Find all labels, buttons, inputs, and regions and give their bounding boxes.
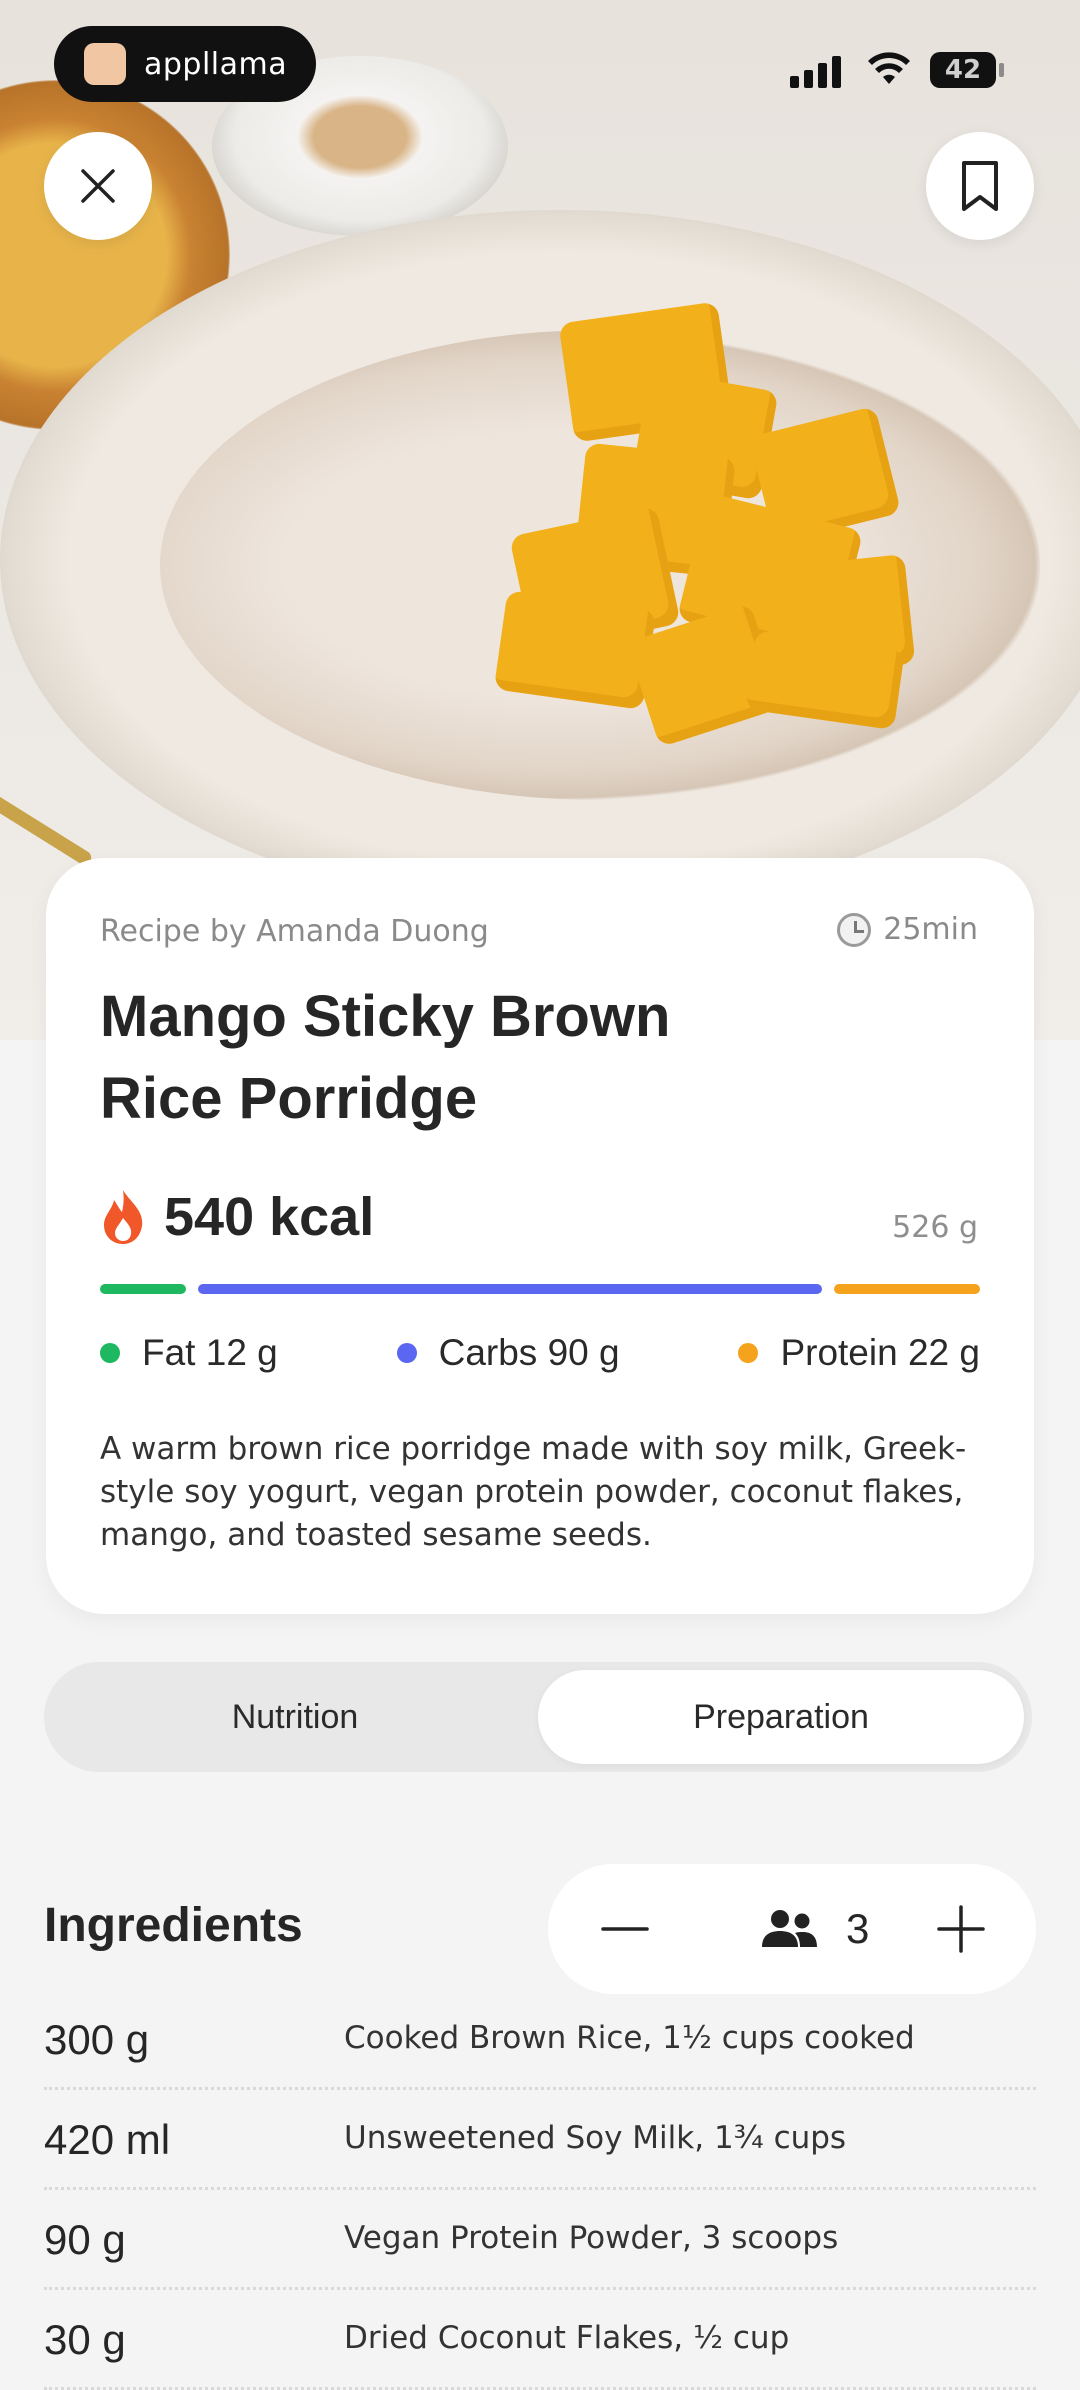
clock-icon [837, 912, 872, 947]
macro-fat-label: Fat 12 g [142, 1332, 278, 1373]
spoon [0, 786, 94, 868]
tab-preparation[interactable]: Preparation [538, 1670, 1024, 1764]
portion-weight: 526 g [892, 1210, 978, 1245]
ingredient-quantity: 420 ml [44, 2116, 171, 2163]
list-item[interactable]: 420 ml Unsweetened Soy Milk, 1¾ cups [44, 2090, 1036, 2190]
ingredient-quantity: 300 g [44, 2016, 150, 2063]
ingredient-list: 300 g Cooked Brown Rice, 1½ cups cooked … [44, 1990, 1036, 2390]
minus-icon [601, 1927, 649, 1931]
cook-time-value: 25min [883, 912, 978, 947]
protein-dot [738, 1343, 759, 1363]
cellular-signal-icon [790, 52, 841, 88]
bookmark-icon [962, 161, 998, 211]
kcal-value: 540 kcal [164, 1187, 375, 1247]
macro-protein-label: Protein 22 g [780, 1332, 980, 1373]
bookmark-button[interactable] [926, 132, 1034, 240]
calories: 540 kcal [100, 1186, 374, 1248]
ingredient-quantity: 90 g [44, 2216, 126, 2263]
ingredient-name: Unsweetened Soy Milk, 1¾ cups [344, 2120, 847, 2156]
servings-stepper: 3 [548, 1864, 1036, 1994]
tab-nutrition[interactable]: Nutrition [52, 1670, 538, 1764]
list-item[interactable]: 300 g Cooked Brown Rice, 1½ cups cooked [44, 1990, 1036, 2090]
close-icon [81, 169, 115, 203]
fat-dot [100, 1343, 120, 1363]
ingredient-name: Vegan Protein Powder, 3 scoops [344, 2220, 839, 2256]
plus-icon [937, 1905, 985, 1953]
ingredient-quantity: 30 g [44, 2316, 126, 2363]
recipe-description: A warm brown rice porridge made with soy… [100, 1431, 967, 1553]
macro-distribution-bar [100, 1284, 980, 1294]
macro-legend: Fat 12 g Carbs 90 g Protein 22 g [100, 1332, 980, 1374]
wifi-icon [868, 52, 910, 84]
macro-carbs-label: Carbs 90 g [438, 1332, 620, 1373]
carbs-dot [396, 1343, 417, 1363]
macro-fat: Fat 12 g [100, 1332, 278, 1374]
section-tabs: Nutrition Preparation [44, 1662, 1032, 1772]
macro-carbs: Carbs 90 g [396, 1332, 620, 1374]
app-badge[interactable]: appllama [54, 26, 316, 102]
macro-protein: Protein 22 g [738, 1332, 980, 1374]
recipe-author[interactable]: Recipe by Amanda Duong [100, 914, 489, 949]
ingredient-name: Cooked Brown Rice, 1½ cups cooked [344, 2020, 915, 2056]
close-button[interactable] [44, 132, 152, 240]
battery-indicator: 42 [930, 52, 996, 88]
recipe-title: Mango Sticky Brown Rice Porridge [100, 984, 671, 1131]
status-bar: appllama 42 [0, 0, 1080, 130]
servings-count: 3 [846, 1905, 870, 1952]
people-icon [762, 1910, 817, 1947]
ingredient-name: Dried Coconut Flakes, ½ cup [344, 2320, 790, 2356]
llama-logo-icon [84, 43, 126, 85]
macro-bar-segment [197, 1284, 823, 1294]
cook-time: 25min [837, 912, 978, 947]
flame-icon [104, 1190, 143, 1244]
app-name: appllama [144, 46, 288, 82]
list-item[interactable]: 90 g Vegan Protein Powder, 3 scoops [44, 2190, 1036, 2290]
battery-cap [999, 63, 1004, 77]
list-item[interactable]: 30 g Dried Coconut Flakes, ½ cup [44, 2290, 1036, 2390]
increase-servings-button[interactable] [936, 1904, 986, 1954]
ingredients-heading: Ingredients [44, 1899, 303, 1952]
macro-bar-segment [834, 1284, 980, 1294]
recipe-card: Recipe by Amanda Duong 25min Mango Stick… [46, 858, 1034, 1614]
decrease-servings-button[interactable] [600, 1904, 650, 1954]
macro-bar-segment [100, 1284, 186, 1294]
